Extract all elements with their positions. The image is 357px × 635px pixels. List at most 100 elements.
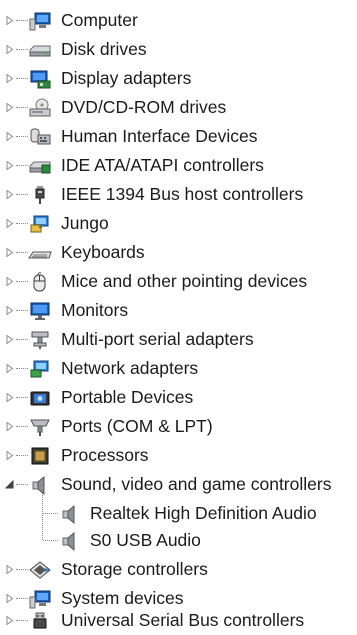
tree-item-label: Network adapters [61, 358, 199, 378]
port-icon [28, 417, 52, 437]
expand-arrow-icon[interactable] [4, 189, 15, 200]
tree-item-human-interface-devices[interactable]: Human Interface Devices [0, 122, 357, 151]
disk-drive-icon [28, 40, 52, 60]
expand-arrow-icon[interactable] [4, 247, 15, 258]
tree-connector [16, 598, 28, 599]
tree-connector [16, 368, 28, 369]
tree-connector [16, 49, 28, 50]
tree-item-ports-com-lpt[interactable]: Ports (COM & LPT) [0, 412, 357, 441]
tree-item-label: IDE ATA/ATAPI controllers [61, 155, 264, 175]
tree-connector [16, 397, 28, 398]
tree-item-ide-ata-atapi-controllers[interactable]: IDE ATA/ATAPI controllers [0, 151, 357, 180]
ide-controller-icon [28, 156, 52, 176]
tree-item-portable-devices[interactable]: Portable Devices [0, 383, 357, 412]
tree-item-label: Keyboards [61, 242, 145, 262]
tree-item-label: Universal Serial Bus controllers [61, 610, 305, 630]
tree-item-computer[interactable]: Computer [0, 6, 357, 35]
expand-arrow-icon[interactable] [4, 44, 15, 55]
portable-device-icon [28, 388, 52, 408]
tree-item-label: Storage controllers [61, 559, 208, 579]
jungo-icon [28, 214, 52, 234]
tree-item-dvd-cd-rom-drives[interactable]: DVD/CD-ROM drives [0, 93, 357, 122]
speaker-icon [28, 475, 52, 495]
storage-controller-icon [28, 560, 52, 580]
tree-connector [16, 165, 28, 166]
dvd-drive-icon [28, 98, 52, 118]
tree-item-storage-controllers[interactable]: Storage controllers [0, 555, 357, 584]
tree-connector [16, 78, 28, 79]
tree-item-label: IEEE 1394 Bus host controllers [61, 184, 304, 204]
tree-connector [16, 339, 28, 340]
expand-arrow-icon[interactable] [4, 450, 15, 461]
expand-arrow-icon[interactable] [4, 73, 15, 84]
processor-icon [28, 446, 52, 466]
tree-connector [16, 455, 28, 456]
tree-item-sound-video-and-game-controllers[interactable]: Sound, video and game controllers [0, 470, 357, 499]
tree-item-network-adapters[interactable]: Network adapters [0, 354, 357, 383]
tree-connector [16, 310, 28, 311]
expand-arrow-icon[interactable] [4, 160, 15, 171]
tree-item-label: Multi-port serial adapters [61, 329, 254, 349]
tree-connector [16, 281, 28, 282]
tree-item-label: DVD/CD-ROM drives [61, 97, 227, 117]
keyboard-icon [28, 243, 52, 263]
tree-item-label: Computer [61, 10, 138, 30]
tree-connector [16, 20, 28, 21]
expand-arrow-icon[interactable] [4, 218, 15, 229]
tree-item-ieee-1394-bus-host-controllers[interactable]: IEEE 1394 Bus host controllers [0, 180, 357, 209]
tree-item-realtek-high-definition-audio[interactable]: Realtek High Definition Audio [0, 499, 357, 528]
expand-arrow-icon[interactable] [4, 131, 15, 142]
display-adapter-icon [28, 69, 52, 89]
tree-connector [16, 484, 28, 485]
monitor-icon [28, 301, 52, 321]
tree-connector [16, 620, 28, 621]
multiport-serial-icon [28, 330, 52, 350]
tree-item-universal-serial-bus-controllers[interactable]: Universal Serial Bus controllers [0, 606, 357, 635]
tree-item-display-adapters[interactable]: Display adapters [0, 64, 357, 93]
tree-connector [16, 136, 28, 137]
tree-connector [16, 569, 28, 570]
tree-item-s0-usb-audio[interactable]: S0 USB Audio [0, 526, 357, 555]
ieee1394-icon [28, 185, 52, 205]
speaker-icon [58, 531, 82, 551]
computer-icon [28, 11, 52, 31]
tree-connector [16, 252, 28, 253]
collapse-arrow-icon[interactable] [4, 479, 15, 490]
tree-item-label: Human Interface Devices [61, 126, 258, 146]
tree-item-label: Ports (COM & LPT) [61, 416, 213, 436]
expand-arrow-icon[interactable] [4, 334, 15, 345]
tree-item-keyboards[interactable]: Keyboards [0, 238, 357, 267]
expand-arrow-icon[interactable] [4, 564, 15, 575]
speaker-icon [58, 504, 82, 524]
tree-connector [16, 223, 28, 224]
tree-item-label: Processors [61, 445, 149, 465]
tree-item-jungo[interactable]: Jungo [0, 209, 357, 238]
expand-arrow-icon[interactable] [4, 102, 15, 113]
network-adapter-icon [28, 359, 52, 379]
tree-item-label: System devices [61, 588, 184, 608]
tree-item-label: Mice and other pointing devices [61, 271, 308, 291]
expand-arrow-icon[interactable] [4, 421, 15, 432]
expand-arrow-icon[interactable] [4, 276, 15, 287]
tree-item-label: Jungo [61, 213, 109, 233]
tree-item-multi-port-serial-adapters[interactable]: Multi-port serial adapters [0, 325, 357, 354]
tree-item-label: Realtek High Definition Audio [90, 503, 317, 523]
expand-arrow-icon[interactable] [4, 305, 15, 316]
tree-item-label: S0 USB Audio [90, 530, 201, 550]
tree-item-label: Disk drives [61, 39, 147, 59]
expand-arrow-icon[interactable] [4, 363, 15, 374]
tree-item-label: Monitors [61, 300, 129, 320]
expand-arrow-icon[interactable] [4, 15, 15, 26]
tree-item-mice-and-other-pointing-devices[interactable]: Mice and other pointing devices [0, 267, 357, 296]
device-tree: Computer Disk drives Display adapters DV… [0, 0, 357, 635]
expand-arrow-icon[interactable] [4, 615, 15, 626]
usb-icon [28, 611, 52, 631]
tree-item-label: Display adapters [61, 68, 192, 88]
tree-item-label: Portable Devices [61, 387, 194, 407]
expand-arrow-icon[interactable] [4, 593, 15, 604]
tree-item-processors[interactable]: Processors [0, 441, 357, 470]
tree-item-monitors[interactable]: Monitors [0, 296, 357, 325]
mouse-icon [28, 272, 52, 292]
expand-arrow-icon[interactable] [4, 392, 15, 403]
tree-item-disk-drives[interactable]: Disk drives [0, 35, 357, 64]
